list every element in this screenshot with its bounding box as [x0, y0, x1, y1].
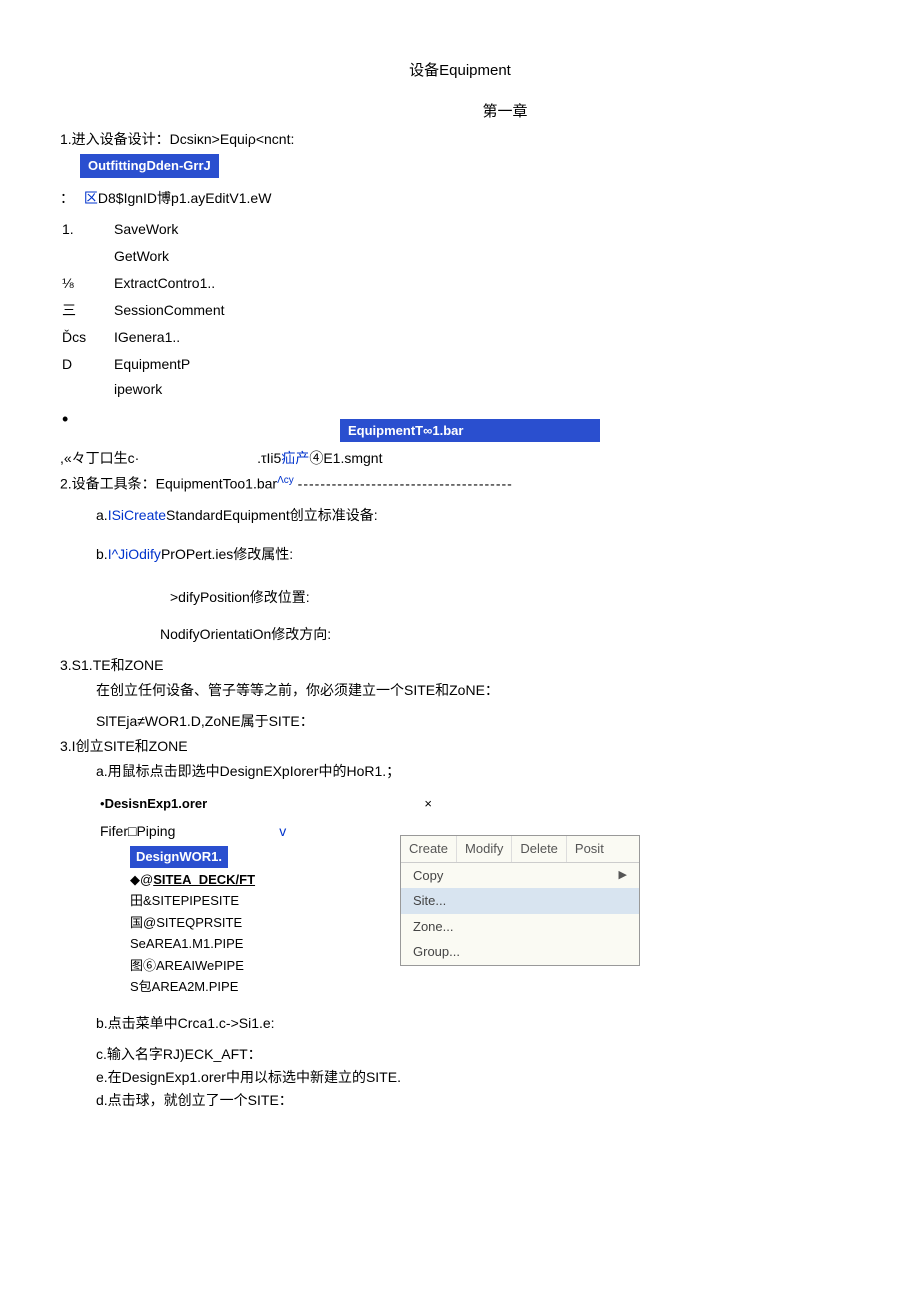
tree-item-4[interactable]: SeAREA1.M1.PIPE	[130, 934, 360, 954]
pain-link: 疝产	[281, 450, 309, 466]
area-link: 区	[84, 190, 98, 206]
section-31: 3.I创立SITE和ZONE	[60, 736, 860, 757]
menu-tab-create[interactable]: Create	[401, 836, 457, 862]
menu-tab-delete[interactable]: Delete	[512, 836, 567, 862]
step-1: 1.进入设备设计：Dcsiκn>Equiρ<ncnt:	[60, 129, 860, 150]
item-b-prefix: b.	[96, 546, 108, 562]
item-a-link: ISiCreate	[108, 507, 166, 523]
colon: ：	[60, 190, 74, 206]
menu-item-group[interactable]: Group...	[401, 939, 639, 965]
menu-list: 1. SaveWork GetWork ⅛ ExtractContro1.. 三…	[60, 215, 237, 437]
menu-extract: ExtractContro1..	[114, 271, 235, 296]
section-3: 3.S1.TE和ZONE	[60, 655, 860, 676]
filter-label: Fifer□Piping	[100, 823, 175, 839]
tree-item-5[interactable]: 图⑥AREAIWePIPE	[130, 956, 360, 976]
d8-text: D8$IgnID博p1.ayEditV1.eW	[98, 190, 272, 206]
tli-text: .τIi5	[257, 450, 281, 466]
item-d: NodifyOrientatiOn修改方向:	[160, 624, 860, 645]
outfitting-box: OutfittingDden-GrrJ	[80, 154, 219, 178]
section-3-line2: SlTEja≠WOR1.D,ZoNE属于SITE：	[96, 711, 860, 732]
tree-item-2[interactable]: 田&SITEPIPESITE	[130, 891, 360, 911]
close-icon[interactable]: ×	[424, 796, 432, 811]
el-text: ④E1.smgnt	[309, 450, 382, 466]
dashes: --------------------------------------	[298, 476, 513, 492]
section-3-desc: 在创立任何设备、管子等等之前，你必须建立一个SITE和ZoNE：	[96, 680, 860, 701]
step-b: b.点击菜单中Crca1.c->Si1.e:	[96, 1013, 860, 1034]
menu-left-5: D	[62, 352, 112, 402]
step-c: c.输入名字RJ)ECK_AFT：	[96, 1044, 860, 1065]
dropdown-icon[interactable]: v	[279, 821, 286, 842]
tree-item-6[interactable]: S包AREA2M.PIPE	[130, 977, 360, 997]
menu-ipework: ipework	[114, 379, 225, 400]
menu-getwork: GetWork	[114, 246, 225, 267]
step-d: d.点击球，就创立了一个SITE：	[96, 1090, 860, 1111]
step-e: e.在DesignExp1.orer中用以标选中新建立的SITE.	[96, 1067, 860, 1088]
step-2: 2.设备工具条：EquipmentToo1.bar	[60, 476, 277, 492]
item-c: >difyPosition修改位置:	[170, 587, 860, 608]
menu-item-site[interactable]: Site...	[401, 888, 639, 914]
doc-title: 设备Equipment	[60, 60, 860, 83]
submenu-arrow-icon: ▶	[619, 867, 627, 884]
tree-root[interactable]: DesignWOR1.	[130, 846, 228, 868]
menu-session: SessionComment	[114, 298, 235, 323]
item-b-link: I^JiOdify	[108, 546, 161, 562]
menu-savework: SaveWork	[114, 219, 225, 240]
menu-general: IGenera1..	[114, 325, 235, 350]
menu-item-zone[interactable]: Zone...	[401, 914, 639, 940]
context-menu: Create Modify Delete Posit Copy ▶ Site..…	[400, 835, 640, 966]
menu-copy-label: Copy	[413, 866, 443, 886]
item-b-rest: PrOPert.ies修改属性:	[161, 546, 293, 562]
tree-item-3[interactable]: 国@SITEQPRSITE	[130, 913, 360, 933]
menu-tab-modify[interactable]: Modify	[457, 836, 512, 862]
menu-left-2: ⅛	[62, 271, 112, 296]
menu-left-4: Ďcs	[62, 325, 112, 350]
explorer-title: DesisnExp1.orer	[105, 796, 208, 811]
chapter-heading: 第一章	[150, 101, 860, 124]
tree-item-1[interactable]: SITEA_DECK/FT	[153, 872, 255, 887]
menu-left-3: 三	[62, 298, 112, 323]
item-a-rest: StandardEquipment创立标准设备:	[166, 507, 378, 523]
section-31-a: a.用鼠标点击即选中DesignEXpIorer中的HoR1.；	[96, 761, 860, 782]
menu-left-6: •	[62, 404, 112, 435]
toolbar-box: EquipmentT∞1.bar	[340, 419, 600, 443]
step2-sup: Λcy	[277, 475, 294, 486]
item-a-prefix: a.	[96, 507, 108, 523]
tree-item-prefix: ◆@	[130, 872, 153, 887]
menu-left-1: 1.	[62, 217, 112, 269]
menu-item-copy[interactable]: Copy ▶	[401, 863, 639, 889]
menu-tab-posit[interactable]: Posit	[567, 836, 612, 862]
cc-text: ,«々丁口生c·	[60, 450, 139, 466]
menu-equipment: EquipmentP	[114, 354, 225, 375]
